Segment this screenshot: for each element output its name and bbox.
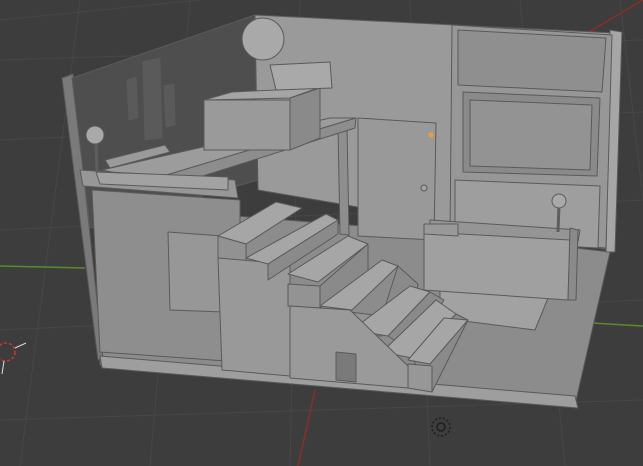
3d-viewport[interactable] bbox=[0, 0, 643, 466]
light-icon[interactable] bbox=[431, 417, 451, 437]
under-loft-block[interactable] bbox=[167, 231, 225, 313]
viewport-canvas[interactable] bbox=[0, 0, 643, 466]
lamp-right-stand[interactable] bbox=[556, 204, 561, 233]
loft-support-post[interactable] bbox=[337, 126, 350, 236]
stair-3-front bbox=[287, 283, 321, 309]
pillow[interactable] bbox=[269, 61, 333, 91]
door-selected-origin[interactable] bbox=[428, 132, 434, 138]
door-handle[interactable] bbox=[420, 184, 428, 192]
tv-cabinet-frame[interactable] bbox=[457, 29, 607, 93]
mattress-front[interactable] bbox=[203, 99, 291, 151]
sofa-arm-left[interactable] bbox=[423, 223, 459, 237]
poster-3[interactable] bbox=[163, 83, 176, 128]
poster-2[interactable] bbox=[142, 57, 163, 141]
lamp-left-stand[interactable] bbox=[94, 141, 99, 173]
stair-7-front bbox=[407, 363, 433, 393]
lamp-right-shade[interactable] bbox=[551, 193, 567, 209]
poster-1[interactable] bbox=[126, 76, 139, 121]
ceiling-light[interactable] bbox=[241, 17, 285, 61]
lamp-left-shade[interactable] bbox=[85, 125, 105, 145]
y-axis-line bbox=[297, 389, 316, 466]
sofa-arm-right[interactable] bbox=[567, 227, 579, 301]
camera-icon[interactable] bbox=[0, 342, 27, 375]
stair-vent bbox=[335, 351, 357, 383]
room-model[interactable] bbox=[61, 14, 623, 409]
tv-screen-inner[interactable] bbox=[469, 99, 593, 171]
sofa-front[interactable] bbox=[423, 231, 571, 301]
stair-1-base bbox=[217, 257, 291, 377]
x-axis-line bbox=[0, 265, 86, 269]
door[interactable] bbox=[357, 117, 437, 241]
